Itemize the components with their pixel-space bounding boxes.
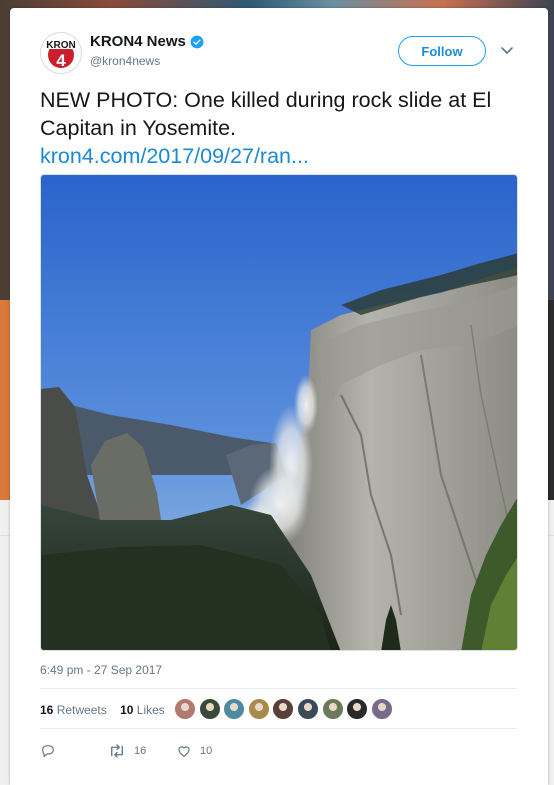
liker-avatar[interactable] (370, 698, 393, 720)
retweet-action[interactable]: 16 (108, 743, 146, 759)
chevron-down-icon[interactable] (500, 43, 514, 57)
logo-text: KRON (46, 40, 75, 51)
logo-number: 4 (56, 51, 66, 70)
retweet-action-count: 16 (134, 745, 147, 757)
kron4-logo: KRON 4 (41, 33, 81, 73)
avatar[interactable]: KRON 4 (40, 32, 82, 74)
liker-avatar[interactable] (223, 698, 246, 720)
tweet-link[interactable]: kron4.com/2017/09/27/ran... (40, 144, 309, 168)
follow-button[interactable]: Follow (398, 36, 486, 66)
like-action-count: 10 (200, 745, 213, 757)
liker-avatar[interactable] (247, 698, 270, 720)
liker-avatar[interactable] (198, 698, 221, 720)
like-action[interactable]: 10 (176, 743, 212, 759)
author-handle[interactable]: @kron4news (90, 54, 160, 68)
tweet-card: KRON 4 KRON4 News @kron4news Follow NEW … (10, 8, 548, 785)
divider (40, 688, 517, 689)
liker-avatar[interactable] (174, 698, 196, 720)
liker-avatar[interactable] (272, 698, 295, 720)
tweet-actions: 16 10 (40, 743, 340, 761)
verified-badge-icon (190, 35, 204, 49)
tweet-timestamp[interactable]: 6:49 pm - 27 Sep 2017 (40, 663, 162, 677)
like-count[interactable]: 10 (120, 703, 133, 717)
reply-icon (42, 745, 54, 758)
author-name[interactable]: KRON4 News (90, 33, 186, 50)
el-capitan-rockslide-image (41, 175, 517, 650)
divider (40, 728, 517, 729)
retweet-icon (111, 744, 123, 758)
tweet-text: NEW PHOTO: One killed during rock slide … (40, 86, 530, 170)
tweet-body: NEW PHOTO: One killed during rock slide … (40, 88, 492, 140)
reply-action[interactable] (40, 743, 56, 759)
engagement-stats: 16 Retweets 10 Likes (40, 703, 165, 717)
liker-avatar[interactable] (321, 698, 344, 720)
liker-avatar[interactable] (297, 698, 319, 720)
like-label[interactable]: Likes (137, 703, 165, 717)
heart-icon (178, 746, 190, 757)
retweet-label[interactable]: Retweets (57, 703, 107, 717)
retweet-count[interactable]: 16 (40, 703, 53, 717)
liker-avatar[interactable] (346, 698, 369, 720)
tweet-photo[interactable] (40, 174, 518, 651)
